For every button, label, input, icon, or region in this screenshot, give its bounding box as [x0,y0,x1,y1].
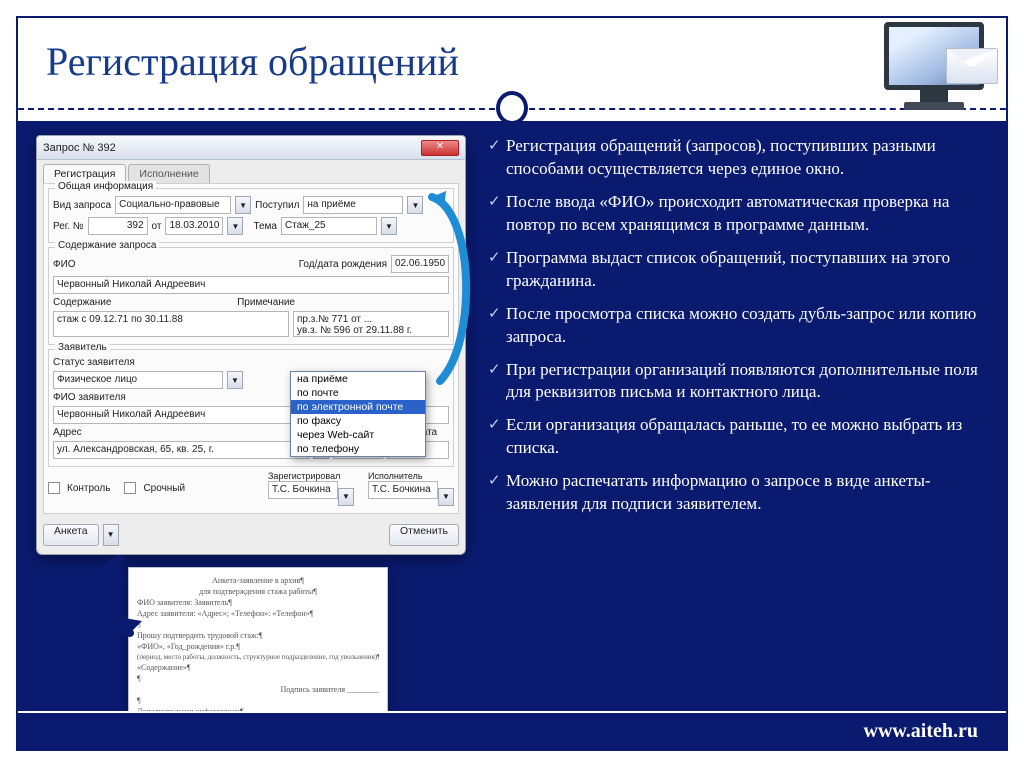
doc-line: Дополнительная информация:¶ [137,707,379,711]
doc-line: ¶ [137,620,379,629]
group-content-title: Содержание запроса [55,240,159,251]
doc-line: ¶ [137,674,379,683]
date-field[interactable]: 18.03.2010 [165,217,223,235]
label-fio-applicant: ФИО заявителя [53,392,126,403]
doc-line: для подтверждения стажа работы¶ [137,587,379,596]
doc-line: ФИО заявителя: Заявитель¶ [137,598,379,607]
content-textarea[interactable]: стаж с 09.12.71 по 30.11.88 [53,311,289,337]
page-title: Регистрация обращений [46,38,978,85]
bullet-item: Регистрация обращений (запросов), поступ… [488,135,988,181]
theme-dropdown-button[interactable]: ▼ [381,217,397,235]
label-note: Примечание [237,297,295,308]
divider-ring-icon [496,92,528,124]
group-general-title: Общая информация [55,181,156,192]
theme-field[interactable]: Стаж_25 [281,217,377,235]
date-picker-button[interactable]: ▼ [227,217,243,235]
label-type: Вид запроса [53,200,111,211]
anketa-button[interactable]: Анкета [43,524,99,546]
label-control: Контроль [67,483,110,494]
dropdown-option[interactable]: через Web-сайт [291,428,425,442]
executor-field[interactable]: Т.С. Бочкина [368,481,438,499]
label-content: Содержание [53,297,111,308]
callout-arrow-icon [426,191,486,391]
regno-field[interactable]: 392 [88,217,148,235]
close-button[interactable]: ✕ [421,140,459,156]
label-executor: Исполнитель [368,471,454,481]
bullet-item: После просмотра списка можно создать дуб… [488,303,988,349]
label-regno: Рег. № [53,221,84,232]
dropdown-option[interactable]: по электронной почте [291,400,425,414]
label-birth: Год/дата рождения [299,259,387,270]
doc-line: Подпись заявителя ________ [137,685,379,694]
dialog-title: Запрос № 392 [43,142,421,154]
label-received: Поступил [255,200,299,211]
request-dialog: Запрос № 392 ✕ Регистрация Исполнение Об… [36,135,466,555]
bullet-item: Можно распечатать информацию о запросе в… [488,470,988,516]
fio-field[interactable]: Червонный Николай Андреевич [53,276,449,294]
monitor-email-icon [874,22,994,122]
doc-line: ¶ [137,696,379,705]
received-dropdown-list: на приёмепо почтепо электронной почтепо … [290,371,426,457]
doc-line: Адрес заявителя: «Адрес»; «Телефон»: «Те… [137,609,379,618]
anketa-document-preview: Анкета-заявление в архив¶ для подтвержде… [128,567,388,711]
dropdown-option[interactable]: по телефону [291,442,425,456]
dropdown-option[interactable]: по факсу [291,414,425,428]
executor-dropdown-button[interactable]: ▼ [438,488,454,506]
bullet-item: После ввода «ФИО» происходит автоматичес… [488,191,988,237]
registered-by-dropdown-button[interactable]: ▼ [338,488,354,506]
doc-line: (период, место работы, должность, структ… [137,653,379,661]
doc-line: Прошу подтвердить трудовой стаж:¶ [137,631,379,640]
callout-arrow-icon [80,553,150,643]
control-checkbox[interactable] [48,482,60,494]
type-field[interactable]: Социально-правовые [115,196,231,214]
anketa-dropdown-button[interactable]: ▼ [103,524,119,546]
label-registered-by: Зарегистрировал [268,471,354,481]
footer-url: www.aiteh.ru [864,720,978,743]
received-field[interactable]: на приёме [303,196,403,214]
cancel-button[interactable]: Отменить [389,524,459,546]
bullet-list: Регистрация обращений (запросов), поступ… [488,135,988,701]
label-theme: Тема [253,221,277,232]
received-dropdown-button[interactable]: ▼ [407,196,423,214]
label-from: от [152,221,162,232]
dropdown-option[interactable]: по почте [291,386,425,400]
label-urgent: Срочный [143,483,185,494]
label-address: Адрес [53,427,317,438]
label-fio: ФИО [53,259,79,270]
dropdown-option[interactable]: на приёме [291,372,425,386]
urgent-checkbox[interactable] [124,482,136,494]
doc-line: «ФИО», «Год_рождения» г.р.¶ [137,642,379,651]
type-dropdown-button[interactable]: ▼ [235,196,251,214]
status-dropdown-button[interactable]: ▼ [227,371,243,389]
doc-line: «Содержание»¶ [137,663,379,672]
label-status: Статус заявителя [53,357,135,368]
address-field[interactable]: ул. Александровская, 65, кв. 25, г. [53,441,309,459]
bullet-item: Если организация обращалась раньше, то е… [488,414,988,460]
bullet-item: Программа выдаст список обращений, посту… [488,247,988,293]
group-applicant-title: Заявитель [55,342,110,353]
registered-by-field[interactable]: Т.С. Бочкина [268,481,338,499]
bullet-item: При регистрации организаций появляются д… [488,359,988,405]
status-field[interactable]: Физическое лицо [53,371,223,389]
doc-line: Анкета-заявление в архив¶ [137,576,379,585]
